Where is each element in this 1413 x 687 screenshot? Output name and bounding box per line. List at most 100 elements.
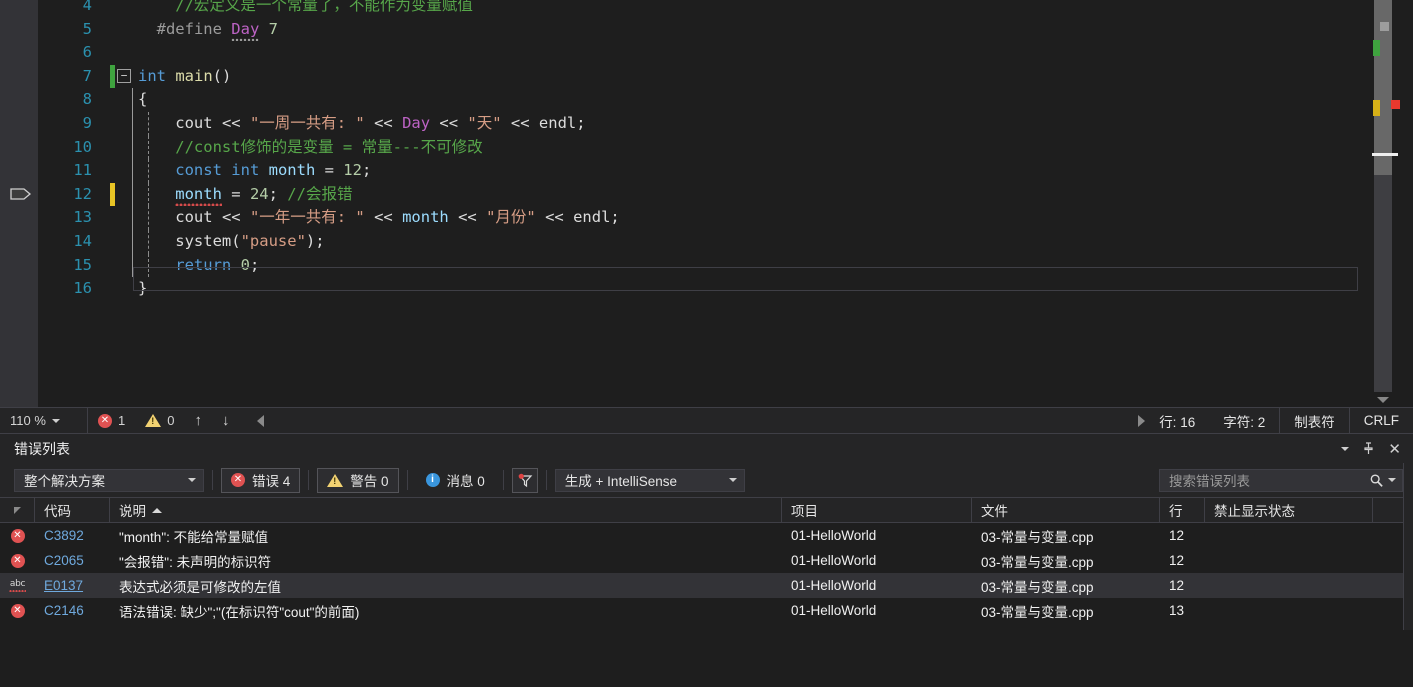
code-line[interactable]: 5 #define Day 7: [38, 18, 1368, 42]
line-number: 10: [73, 137, 92, 156]
bookmark-glyph-icon[interactable]: [10, 187, 32, 201]
scroll-left-arrow-icon[interactable]: [257, 414, 265, 427]
messages-filter-toggle[interactable]: i 消息 0: [416, 468, 495, 493]
code-line[interactable]: 7− int main(): [38, 64, 1368, 89]
chevron-down-icon[interactable]: [188, 478, 196, 482]
table-row[interactable]: ✕ C2146 语法错误: 缺少";"(在标识符"cout"的前面) 01-Hello…: [0, 598, 1413, 623]
row-description-cell: "month": 不能给常量赋值: [110, 526, 782, 546]
filter-funnel-button[interactable]: [511, 467, 538, 493]
column-header-description[interactable]: 说明: [110, 498, 782, 522]
code-line[interactable]: 14 system("pause");: [38, 229, 1368, 254]
table-row[interactable]: ✕ C2065 "会报错": 未声明的标识符 01-HelloWorld 03-常量与变…: [0, 548, 1413, 573]
row-code-cell: C3892: [35, 528, 110, 543]
warnings-filter-toggle[interactable]: 警告 0: [317, 467, 399, 493]
error-circle-icon: ✕: [98, 413, 112, 428]
code-token-num: 24: [249, 184, 269, 203]
line-number: 6: [82, 43, 92, 62]
column-header-line[interactable]: 行: [1160, 498, 1205, 522]
search-input-placeholder[interactable]: 搜索错误列表: [1169, 470, 1365, 490]
table-row[interactable]: ✕ C3892 "month": 不能给常量赋值 01-HelloWorld 03-常量…: [0, 523, 1413, 548]
column-header-select[interactable]: [0, 498, 35, 522]
zoom-level-combobox[interactable]: 110 %: [0, 408, 88, 433]
code-line[interactable]: 8{: [38, 88, 1368, 112]
search-error-list-box[interactable]: 搜索错误列表: [1159, 468, 1403, 492]
prev-issue-arrow-icon[interactable]: ↑: [184, 412, 212, 429]
build-source-combobox[interactable]: 生成 + IntelliSense: [554, 468, 745, 492]
line-ending-indicator[interactable]: CRLF: [1348, 407, 1413, 434]
row-code-cell: C2146: [35, 603, 110, 618]
row-code-cell-text[interactable]: C2065: [44, 553, 84, 568]
scroll-right-arrow-icon[interactable]: [1138, 414, 1146, 427]
code-line[interactable]: 9 cout << "一周一共有: " << Day << "天" << endl…: [38, 111, 1368, 136]
code-line[interactable]: 10 //const修饰的是变量 = 常量---不可修改: [38, 135, 1368, 160]
row-project-cell: 01-HelloWorld: [782, 553, 972, 568]
code-token-str: "一年一共有: ": [249, 208, 365, 227]
code-token-kw: int: [231, 161, 260, 180]
editor-indicator-margin[interactable]: [0, 0, 38, 407]
next-issue-arrow-icon[interactable]: ↓: [212, 412, 240, 429]
status-bar-right-group: 行: 16 字符: 2 制表符 CRLF: [1138, 407, 1413, 434]
toolbar-separator: [545, 470, 547, 490]
status-error-count[interactable]: ✕ 1: [88, 408, 135, 433]
row-description-cell: 表达式必须是可修改的左值: [110, 576, 782, 596]
error-list-title-bar[interactable]: 错误列表 ✕: [0, 434, 1413, 463]
column-header-file-label: 文件: [981, 504, 1008, 519]
code-token-num: 0: [240, 255, 250, 274]
column-header-suppression-label: 禁止显示状态: [1214, 504, 1295, 519]
chevron-down-icon[interactable]: [728, 478, 737, 482]
chevron-down-icon[interactable]: [1388, 478, 1396, 482]
code-line[interactable]: 6: [38, 41, 1368, 65]
row-code-cell-text[interactable]: C3892: [44, 528, 84, 543]
code-line-text: cout << "一年一共有: " << month << "月份" << en…: [102, 206, 1368, 230]
scrollbar-down-arrow-icon[interactable]: [1377, 397, 1389, 403]
column-header-project[interactable]: 项目: [782, 498, 972, 522]
pin-icon[interactable]: [1363, 442, 1374, 455]
row-code-cell-text[interactable]: E0137: [44, 578, 83, 593]
code-line[interactable]: 16}: [38, 277, 1368, 301]
chevron-down-icon[interactable]: [1341, 446, 1350, 451]
code-text-area[interactable]: 4 //宏定义是一个常量了，不能作为变量赋值 5 #define Day 7 6 7− in…: [38, 0, 1368, 401]
close-icon[interactable]: ✕: [1388, 440, 1401, 458]
code-token-punct: (): [212, 66, 232, 85]
code-token-macro: Day: [231, 19, 260, 41]
errors-filter-toggle[interactable]: ✕ 错误 4: [221, 467, 301, 493]
search-icon[interactable]: [1369, 473, 1384, 488]
toolbar-separator: [212, 470, 213, 490]
code-token-var: month: [268, 161, 316, 180]
table-row[interactable]: abc E0137 表达式必须是可修改的左值 01-HelloWorld 03-常量与变…: [0, 573, 1413, 598]
code-editor[interactable]: 4 //宏定义是一个常量了，不能作为变量赋值 5 #define Day 7 6 7− in…: [0, 0, 1413, 407]
column-header-suppression[interactable]: 禁止显示状态: [1205, 498, 1373, 522]
caret-line-indicator: 行: 16: [1159, 414, 1196, 430]
line-number: 15: [73, 255, 92, 274]
row-line-cell-text: 12: [1169, 578, 1185, 593]
chevron-down-icon[interactable]: [51, 418, 60, 423]
row-description-cell: "会报错": 未声明的标识符: [110, 551, 782, 571]
editor-vertical-scrollbar[interactable]: [1368, 0, 1413, 407]
code-line[interactable]: 15 return 0;: [38, 253, 1368, 278]
status-warning-count[interactable]: 0: [135, 408, 184, 433]
row-file-cell-text: 03-常量与变量.cpp: [981, 554, 1094, 570]
scope-combobox[interactable]: 整个解决方案: [14, 468, 204, 492]
code-token-kw: int: [138, 66, 166, 85]
column-header-code[interactable]: 代码: [35, 498, 110, 522]
scrollbar-marker-saved-change: [1373, 40, 1380, 56]
code-line[interactable]: 12 month = 24; //会报错: [38, 182, 1368, 207]
row-description-cell-text: 表达式必须是可修改的左值: [119, 579, 281, 595]
row-severity-cell: ✕: [0, 528, 35, 543]
select-all-corner-icon: [13, 506, 21, 514]
tab-mode-indicator[interactable]: 制表符: [1279, 407, 1349, 434]
code-token-punct: <<: [221, 208, 250, 227]
code-line[interactable]: 4 //宏定义是一个常量了，不能作为变量赋值: [38, 0, 1368, 18]
row-file-cell-text: 03-常量与变量.cpp: [981, 529, 1094, 545]
code-line[interactable]: 11 const int month = 12;: [38, 159, 1368, 183]
row-code-cell-text[interactable]: C2146: [44, 603, 84, 618]
column-header-file[interactable]: 文件: [972, 498, 1160, 522]
code-token-punct: <<: [535, 208, 574, 227]
code-token-fn: main: [175, 66, 213, 85]
code-line[interactable]: 13 cout << "一年一共有: " << month << "月份" << …: [38, 206, 1368, 230]
warning-triangle-icon: [145, 414, 162, 427]
column-header-line-label: 行: [1169, 504, 1183, 519]
code-token-var: month: [175, 184, 222, 206]
row-code-cell: E0137: [35, 578, 110, 593]
